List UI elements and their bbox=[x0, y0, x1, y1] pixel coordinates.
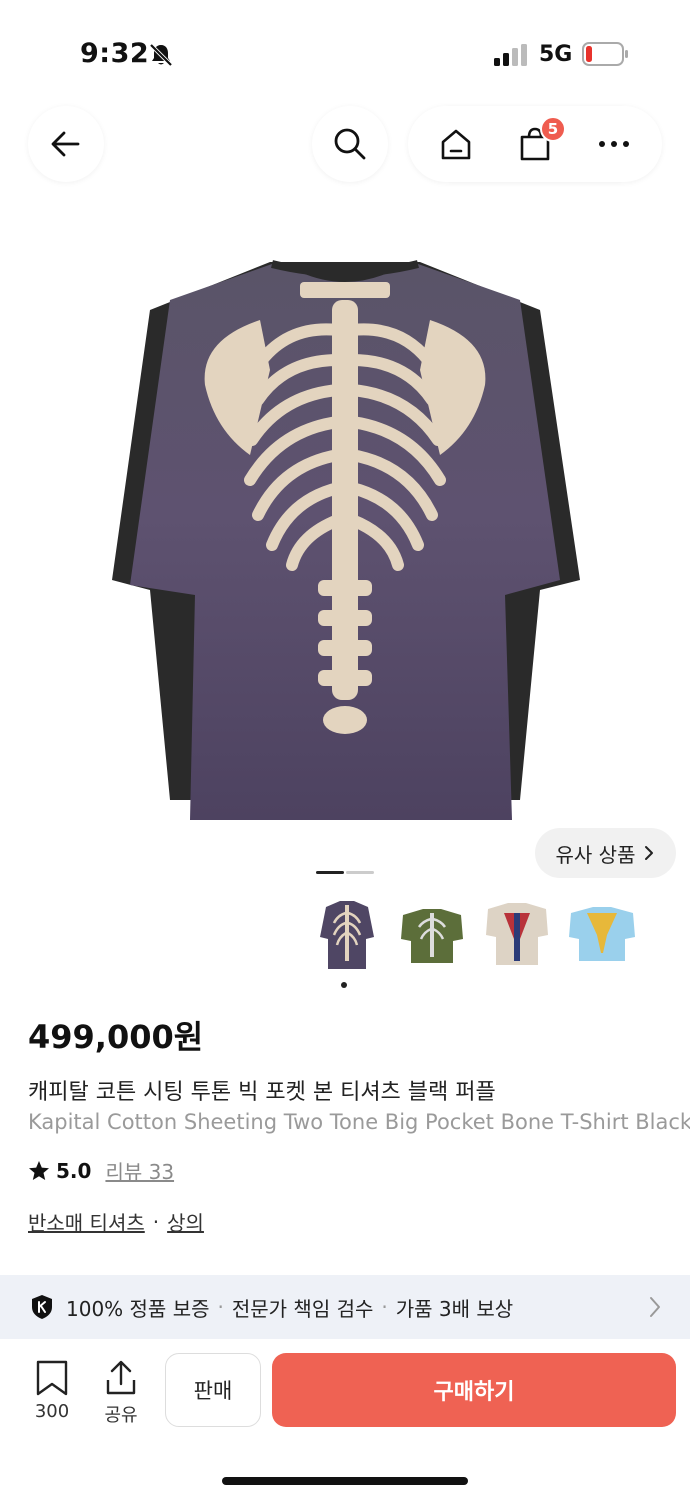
rating-score: 5.0 bbox=[56, 1158, 92, 1183]
network-label: 5G bbox=[539, 42, 573, 67]
product-title-english: Kapital Cotton Sheeting Two Tone Big Poc… bbox=[28, 1110, 690, 1134]
back-button[interactable] bbox=[28, 106, 104, 182]
home-icon bbox=[441, 129, 470, 160]
star-icon bbox=[29, 1160, 49, 1180]
sell-button[interactable]: 판매 bbox=[165, 1353, 261, 1427]
image-pager bbox=[316, 871, 376, 875]
battery-icon bbox=[582, 42, 628, 66]
guarantee-banner[interactable]: 100% 정품 보증 · 전문가 책임 검수 · 가품 3배 보상 bbox=[0, 1275, 690, 1339]
home-button[interactable] bbox=[421, 114, 491, 174]
guarantee-inspection: 전문가 책임 검수 bbox=[231, 1296, 374, 1321]
status-bar: 9:32 5G bbox=[0, 0, 690, 110]
reviews-link[interactable]: 리뷰 33 bbox=[105, 1156, 174, 1185]
thumbnail-purple[interactable] bbox=[312, 895, 382, 975]
bookmark-button[interactable]: 300 bbox=[28, 1360, 76, 1422]
thumbnail-flag[interactable] bbox=[482, 895, 552, 975]
share-button[interactable]: 공유 bbox=[97, 1360, 145, 1427]
similar-products-button[interactable]: 유사 상품 bbox=[535, 828, 676, 878]
arrow-left-icon bbox=[51, 131, 80, 157]
product-rating: 5.0 리뷰 33 bbox=[28, 1156, 174, 1185]
guarantee-separator: · bbox=[381, 1295, 388, 1319]
bookmark-icon bbox=[36, 1360, 68, 1396]
bookmark-count: 300 bbox=[34, 1401, 70, 1422]
buy-button[interactable]: 구매하기 bbox=[272, 1353, 676, 1427]
header-actions: 5 bbox=[408, 106, 662, 182]
more-button[interactable] bbox=[579, 114, 649, 174]
shield-icon bbox=[32, 1295, 52, 1319]
bell-muted-icon bbox=[149, 43, 173, 67]
guarantee-separator: · bbox=[217, 1295, 224, 1319]
product-title-korean: 캐피탈 코튼 시팅 투톤 빅 포켓 본 티셔츠 블랙 퍼플 bbox=[28, 1080, 496, 1105]
category-link-tops[interactable]: 상의 bbox=[167, 1207, 204, 1236]
product-image[interactable] bbox=[0, 200, 690, 900]
thumbnail-blue[interactable] bbox=[567, 895, 637, 975]
thumbnail-strip bbox=[312, 895, 652, 985]
chevron-right-icon bbox=[650, 1297, 660, 1317]
category-link-short-sleeve[interactable]: 반소매 티셔츠 bbox=[28, 1207, 145, 1236]
chevron-right-icon bbox=[645, 846, 654, 860]
cart-count-badge: 5 bbox=[539, 116, 566, 142]
similar-products-label: 유사 상품 bbox=[555, 842, 636, 867]
status-time: 9:32 bbox=[80, 38, 150, 69]
thumbnail-selected-dot bbox=[341, 982, 347, 988]
category-breadcrumb: 반소매 티셔츠 · 상의 bbox=[28, 1207, 204, 1236]
search-icon bbox=[334, 128, 366, 160]
pager-segment bbox=[346, 871, 374, 874]
share-label: 공유 bbox=[104, 1405, 138, 1426]
home-indicator bbox=[222, 1477, 468, 1485]
product-price: 499,000원 bbox=[28, 1018, 204, 1056]
signal-icon bbox=[494, 44, 527, 66]
share-icon bbox=[106, 1360, 136, 1395]
more-icon bbox=[599, 141, 630, 147]
bottom-action-bar: 300 공유 판매 구매하기 bbox=[0, 1340, 690, 1500]
category-separator: · bbox=[152, 1209, 160, 1234]
pager-active-segment bbox=[316, 871, 344, 874]
search-button[interactable] bbox=[312, 106, 388, 182]
guarantee-authentic: 100% 정품 보증 bbox=[66, 1296, 210, 1321]
cart-button[interactable]: 5 bbox=[500, 114, 570, 174]
thumbnail-olive[interactable] bbox=[397, 895, 467, 975]
guarantee-compensation: 가품 3배 보상 bbox=[395, 1296, 514, 1321]
